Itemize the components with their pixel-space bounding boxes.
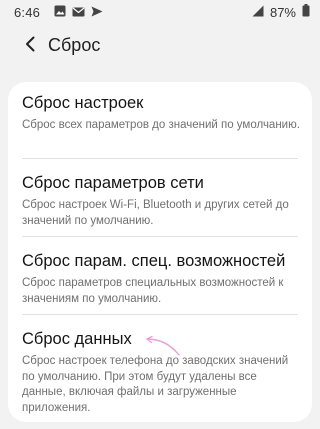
mail-icon	[72, 5, 85, 20]
back-button[interactable]	[18, 34, 42, 58]
signal-icon	[252, 5, 264, 20]
item-subtitle: Сброс настроек Wi-Fi, Bluetooth и других…	[22, 199, 289, 227]
divider	[22, 158, 298, 159]
status-time: 6:46	[14, 5, 41, 20]
item-subtitle: Сброс всех параметров до значений по умо…	[22, 119, 300, 131]
item-subtitle: Сброс настроек телефона до заводских зна…	[22, 355, 289, 414]
item-title: Сброс данных	[22, 330, 132, 348]
page-title: Сброс	[48, 35, 101, 55]
status-left-icons	[54, 5, 103, 20]
item-subtitle: Сброс параметров специальных возможносте…	[22, 277, 284, 305]
divider	[22, 236, 298, 237]
annotation-arrow-icon	[143, 335, 181, 362]
divider	[22, 314, 298, 315]
battery-percent: 87%	[269, 4, 296, 20]
reset-accessibility-item[interactable]: Сброс парам. спец. возможностей Сброс па…	[8, 252, 312, 314]
battery-icon	[302, 4, 310, 20]
image-icon	[54, 5, 66, 20]
back-arrow-icon	[24, 36, 36, 57]
send-icon	[91, 5, 103, 20]
status-bar: 6:46 87%	[0, 0, 320, 24]
item-title: Сброс парам. спец. возможностей	[22, 252, 286, 270]
item-title: Сброс настроек	[22, 94, 144, 112]
reset-network-item[interactable]: Сброс параметров сети Сброс настроек Wi-…	[8, 174, 312, 236]
reset-options-card: Сброс настроек Сброс всех параметров до …	[8, 82, 312, 422]
status-right: 87%	[252, 4, 310, 20]
reset-settings-item[interactable]: Сброс настроек Сброс всех параметров до …	[8, 94, 312, 156]
item-title: Сброс параметров сети	[22, 174, 204, 192]
app-bar: Сброс	[0, 24, 320, 72]
